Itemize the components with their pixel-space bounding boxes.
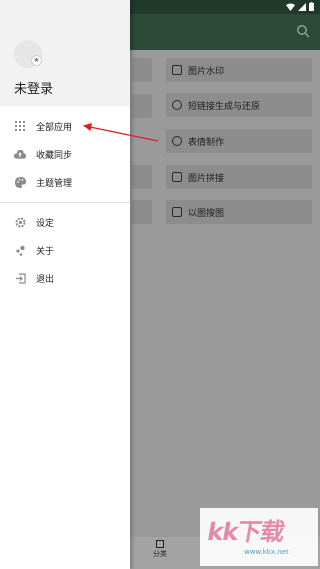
category-icon xyxy=(156,540,164,548)
menu-item-all-apps[interactable]: 全部应用 xyxy=(0,112,130,140)
list-item[interactable]: 以图搜图 xyxy=(166,200,312,224)
watermark: kk下载 www.kkx.net xyxy=(200,508,318,566)
signal-icon xyxy=(298,2,306,11)
menu-item-favorites-sync[interactable]: 收藏同步 xyxy=(0,140,130,168)
menu-item-label: 全部应用 xyxy=(36,122,73,133)
navigation-drawer: ★ 未登录 全部应用 收藏同步 主题管理 设定 关于 退出 xyxy=(0,0,130,569)
card-left-1 xyxy=(132,58,152,82)
image-watermark-icon xyxy=(172,65,182,75)
search-icon[interactable] xyxy=(296,24,310,38)
card-left-4 xyxy=(132,200,152,224)
menu-item-exit[interactable]: 退出 xyxy=(0,264,130,292)
link-icon xyxy=(172,100,182,110)
settings-icon xyxy=(14,216,26,228)
drawer-menu-bottom: 设定 关于 退出 xyxy=(0,208,130,292)
image-stitch-icon xyxy=(172,172,182,182)
drawer-menu-top: 全部应用 收藏同步 主题管理 xyxy=(0,112,130,196)
menu-item-label: 关于 xyxy=(36,246,55,257)
smiley-icon xyxy=(172,136,182,146)
watermark-url: www.kkx.net xyxy=(244,548,289,556)
watermark-text: kk下载 xyxy=(205,518,286,546)
menu-item-label: 收藏同步 xyxy=(36,150,73,161)
cloud-upload-icon xyxy=(14,148,26,160)
list-item[interactable]: 短链接生成与还原 xyxy=(166,93,312,117)
card-left-2 xyxy=(132,94,152,118)
menu-item-about[interactable]: 关于 xyxy=(0,236,130,264)
menu-item-label: 主题管理 xyxy=(36,178,73,189)
about-icon xyxy=(14,244,26,256)
divider xyxy=(0,202,130,203)
username[interactable]: 未登录 xyxy=(14,78,53,97)
card-left-3 xyxy=(132,165,152,189)
menu-item-label: 设定 xyxy=(36,218,55,229)
menu-item-label: 退出 xyxy=(36,274,55,285)
wifi-icon xyxy=(286,3,295,11)
grid-icon xyxy=(14,120,26,132)
drawer-header: ★ 未登录 xyxy=(0,0,130,106)
battery-icon xyxy=(309,2,314,11)
exit-icon xyxy=(14,272,26,284)
list-item[interactable]: 图片水印 xyxy=(166,58,312,82)
list-item[interactable]: 图片拼接 xyxy=(166,165,312,189)
image-search-icon xyxy=(172,207,182,217)
palette-icon xyxy=(14,176,26,188)
menu-item-theme[interactable]: 主题管理 xyxy=(0,168,130,196)
star-badge-icon: ★ xyxy=(31,55,42,66)
list-item[interactable]: 表情制作 xyxy=(166,129,312,153)
menu-item-settings[interactable]: 设定 xyxy=(0,208,130,236)
tab-category[interactable]: 分类 xyxy=(148,540,172,559)
